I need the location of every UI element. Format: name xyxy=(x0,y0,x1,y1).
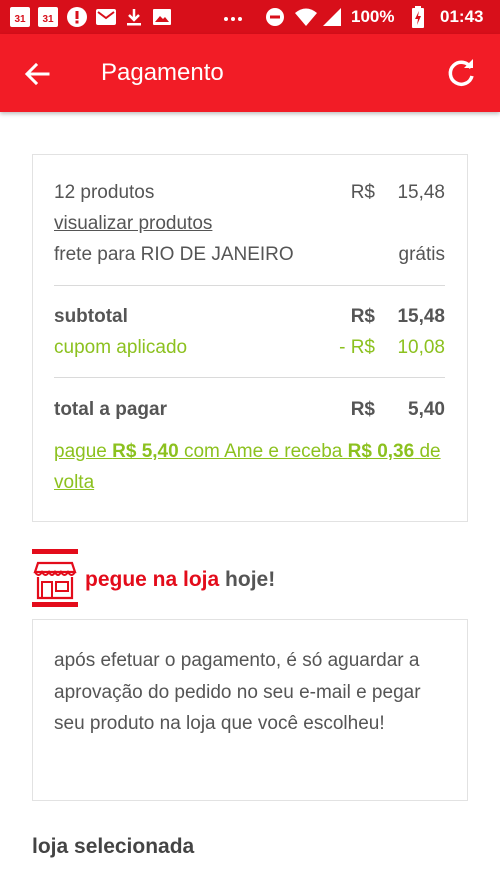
store-icon xyxy=(32,549,78,607)
wifi-icon xyxy=(294,7,318,27)
arrow-back-icon xyxy=(24,62,50,86)
ame-cashback-link[interactable]: pague R$ 5,40 com Ame e receba R$ 0,36 d… xyxy=(54,436,454,498)
battery-percentage: 100% xyxy=(351,7,395,26)
shipping-value: grátis xyxy=(398,244,445,265)
selected-store-heading: loja selecionada xyxy=(32,835,195,858)
refresh-button[interactable] xyxy=(444,56,478,90)
alert-icon xyxy=(67,7,87,27)
image-icon xyxy=(152,7,172,27)
calendar-icon: 31 xyxy=(10,7,30,27)
products-currency: R$ xyxy=(350,182,375,203)
clock: 01:43 xyxy=(440,7,484,26)
refresh-icon xyxy=(448,59,474,86)
coupon-label: cupom aplicado xyxy=(54,337,188,358)
shipping-label: frete para RIO DE JANEIRO xyxy=(54,244,294,265)
total-value: 5,40 xyxy=(408,399,445,420)
view-products-link[interactable]: visualizar produtos xyxy=(54,212,212,236)
products-value: 15,48 xyxy=(397,182,445,203)
divider xyxy=(54,377,445,378)
store-pickup-header: pegue na loja hoje! xyxy=(32,549,472,609)
status-bar: 31 31 100% 01:43 xyxy=(0,0,500,34)
total-currency: R$ xyxy=(350,399,375,420)
calendar-1-date: 31 xyxy=(10,7,30,27)
ame-prefix: pague xyxy=(54,441,113,462)
coupon-currency: - R$ xyxy=(339,337,375,358)
subtotal-value: 15,48 xyxy=(397,306,445,327)
divider xyxy=(54,285,445,286)
app-bar: Pagamento xyxy=(0,34,500,112)
store-pickup-title: pegue na loja hoje! xyxy=(85,567,275,593)
subtotal-currency: R$ xyxy=(350,306,375,327)
ame-cashback-amount: R$ 0,36 xyxy=(347,441,415,462)
page-title: Pagamento xyxy=(101,59,224,86)
total-label: total a pagar xyxy=(54,399,167,420)
products-label: 12 produtos xyxy=(54,182,155,203)
more-dots-icon xyxy=(222,7,244,27)
battery-charging-icon xyxy=(411,6,425,28)
coupon-value: 10,08 xyxy=(397,337,445,358)
store-pickup-info-text: após efetuar o pagamento, é só aguardar … xyxy=(54,650,421,734)
do-not-disturb-icon xyxy=(265,7,285,27)
calendar-2-date: 31 xyxy=(38,7,58,27)
store-title-rest: hoje! xyxy=(219,568,276,591)
ame-middle: com Ame e receba xyxy=(178,441,348,462)
back-button[interactable] xyxy=(22,58,54,90)
store-pickup-info-card: após efetuar o pagamento, é só aguardar … xyxy=(32,619,468,801)
store-title-highlight: pegue na loja xyxy=(85,568,220,591)
calendar-icon: 31 xyxy=(38,7,58,27)
download-icon xyxy=(124,7,144,27)
order-summary-card: 12 produtos R$ 15,48 visualizar produtos… xyxy=(32,154,468,522)
ame-amount: R$ 5,40 xyxy=(112,441,179,462)
signal-icon xyxy=(322,7,342,27)
mail-icon xyxy=(95,7,117,27)
subtotal-label: subtotal xyxy=(54,306,128,327)
